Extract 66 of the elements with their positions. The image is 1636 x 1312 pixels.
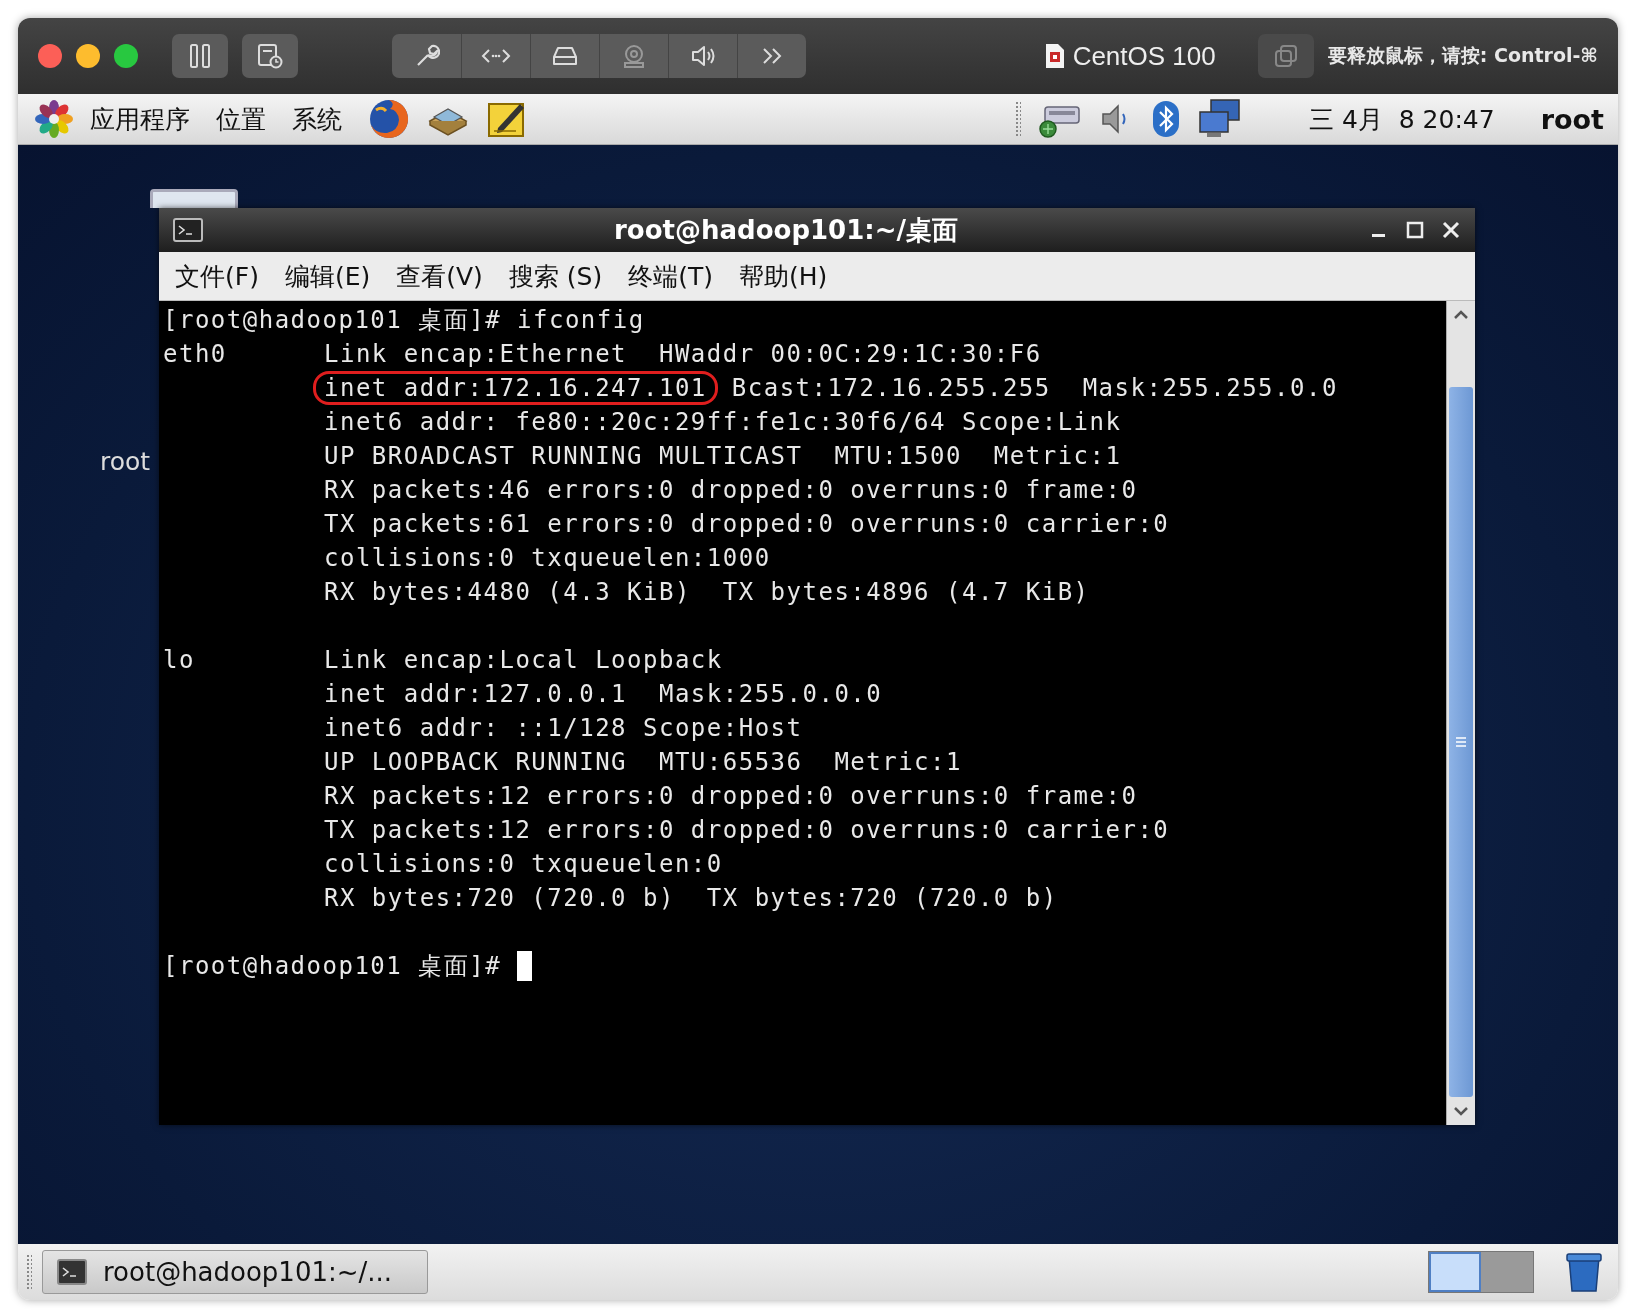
snapshot-icon [256, 42, 284, 70]
vm-title: CentOS 100 [1072, 40, 1216, 72]
output-text: inet6 addr: fe80::20c:29ff:fe1c:30f6/64 Scope:Link [324, 408, 1122, 436]
terminal-icon [57, 1259, 87, 1285]
document-icon [1044, 43, 1065, 69]
output-text: Link encap:Local Loopback [324, 646, 723, 674]
pause-button[interactable] [172, 34, 228, 78]
shell-prompt: [root@hadoop101 桌面]# [163, 951, 503, 982]
taskbar-window-button[interactable]: root@hadoop101:~/... [42, 1250, 428, 1294]
minimize-window-button[interactable] [76, 44, 100, 68]
menu-item[interactable]: 查看(V) [396, 259, 483, 293]
output-text: TX packets:61 errors:0 dropped:0 overruns:0 carrier:0 [324, 510, 1170, 538]
interface-name: eth0 [163, 340, 227, 368]
maximize-icon[interactable] [1405, 220, 1425, 240]
panel-grip[interactable] [1015, 101, 1021, 137]
grip-lines-icon [1456, 736, 1466, 748]
desktop-icon-label[interactable]: root [100, 447, 151, 476]
chevrons-icon [760, 46, 784, 66]
firefox-icon[interactable] [368, 98, 410, 140]
hard-drive-icon [551, 45, 579, 67]
output-text: RX bytes:4480 (4.3 KiB) TX bytes:4896 (4.7 KiB) [324, 578, 1090, 606]
menu-item[interactable]: 文件(F) [175, 259, 259, 293]
panel-menu[interactable]: 应用程序 [90, 102, 190, 136]
shell-prompt: [root@hadoop101 桌面]# ifconfig [163, 305, 645, 336]
output-text: Link encap:Ethernet HWaddr 00:0C:29:1C:30:F6 [324, 340, 1042, 368]
output-text: UP BROADCAST RUNNING MULTICAST MTU:1500 Metric:1 [324, 442, 1122, 470]
panel-clock[interactable]: 三 4月 8 20:47 [1309, 102, 1495, 136]
scroll-thumb[interactable] [1449, 387, 1473, 1097]
bluetooth-icon[interactable] [1151, 100, 1181, 138]
pause-icon [188, 43, 212, 69]
flower-logo-icon[interactable] [34, 99, 74, 139]
workspace-switch[interactable] [1481, 1252, 1533, 1292]
output-text: inet6 addr: ::1/128 Scope:Host [324, 714, 803, 742]
output-text: TX packets:12 errors:0 dropped:0 overruns:0 carrier:0 [324, 816, 1170, 844]
panel-user-name[interactable]: root [1540, 103, 1604, 135]
output-text: Bcast:172.16.255.255 Mask:255.255.0.0 [731, 374, 1338, 402]
output-text: UP LOOPBACK RUNNING MTU:65536 Metric:1 [324, 748, 962, 776]
trash-icon[interactable] [1564, 1251, 1604, 1293]
terminal-icon [173, 218, 203, 242]
menu-item[interactable]: 帮助(H) [738, 259, 828, 293]
menu-item[interactable]: 编辑(E) [284, 259, 371, 293]
output-text: RX packets:46 errors:0 dropped:0 overruns:0 frame:0 [324, 476, 1138, 504]
interface-name: lo [163, 646, 195, 674]
output-text: RX packets:12 errors:0 dropped:0 overruns:0 frame:0 [324, 782, 1138, 810]
workspace-switch[interactable] [1429, 1252, 1481, 1292]
speaker-icon [690, 44, 716, 68]
taskbar-grip[interactable] [26, 1254, 32, 1290]
panel-menu[interactable]: 位置 [216, 102, 266, 136]
overlap-squares-icon [1272, 43, 1299, 69]
menu-item[interactable]: 搜索 (S) [508, 259, 603, 293]
zoom-window-button[interactable] [114, 44, 138, 68]
window-title: root@hadoop101:~/桌面 [613, 213, 959, 247]
menu-item[interactable]: 终端(T) [628, 259, 713, 293]
output-text: collisions:0 txqueuelen:0 [324, 850, 723, 878]
scrollbar[interactable] [1446, 301, 1475, 1125]
panel-menu[interactable]: 系统 [292, 102, 342, 136]
close-icon[interactable] [1441, 220, 1461, 240]
output-text: inet addr:127.0.0.1 Mask:255.0.0.0 [324, 680, 883, 708]
output-text: RX bytes:720 (720.0 b) TX bytes:720 (720.0 b) [324, 884, 1058, 912]
computers-icon[interactable] [1197, 98, 1243, 140]
circled-address: inet addr:172.16.247.101 [313, 371, 718, 405]
snapshot-button[interactable] [242, 34, 298, 78]
release-mouse-hint: 要释放鼠标，请按: Control-⌘ [1327, 43, 1598, 68]
output-text: collisions:0 txqueuelen:1000 [324, 544, 771, 572]
window-mode-button[interactable] [1257, 34, 1314, 78]
close-window-button[interactable] [38, 44, 62, 68]
